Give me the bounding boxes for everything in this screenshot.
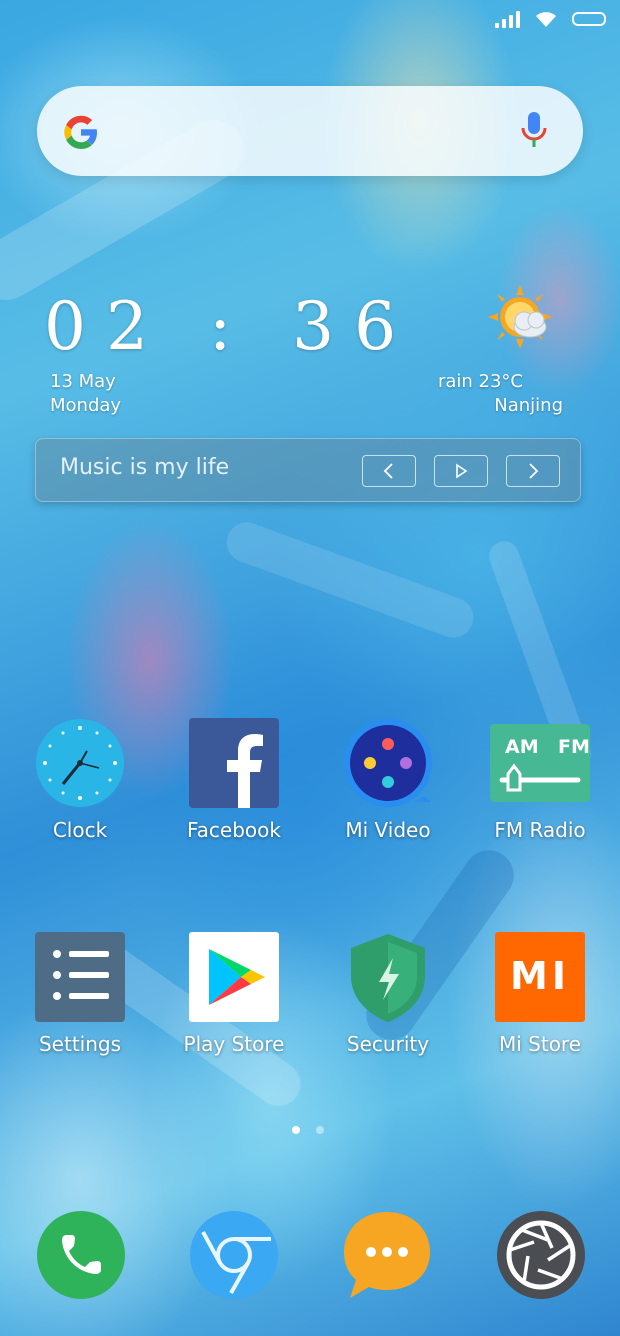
play-icon xyxy=(456,463,468,479)
app-label-security: Security xyxy=(346,1032,430,1056)
camera-icon[interactable] xyxy=(496,1210,586,1300)
status-bar xyxy=(495,10,606,28)
page-dot-active xyxy=(292,1126,300,1134)
weekday-text: Monday xyxy=(50,395,122,416)
app-fm-radio[interactable]: AM FM FM Radio xyxy=(470,718,610,842)
weather-sun-cloud-icon[interactable] xyxy=(486,283,558,355)
clock-icon xyxy=(36,719,124,807)
wifi-icon xyxy=(536,12,556,27)
clock-date: 13 May Monday xyxy=(50,370,121,418)
google-logo-icon xyxy=(64,115,97,149)
music-title: Music is my life xyxy=(60,455,230,480)
messaging-icon[interactable] xyxy=(342,1210,432,1300)
play-button[interactable] xyxy=(434,455,488,487)
weather-info: rain 23°C Nanjing xyxy=(438,370,563,418)
browser-icon[interactable] xyxy=(189,1210,279,1300)
mi-video-icon xyxy=(344,719,432,807)
app-label-settings: Settings xyxy=(38,1032,122,1056)
app-mi-store[interactable]: MI Mi Store xyxy=(470,932,610,1056)
clock-time[interactable]: 02 : 36 xyxy=(44,288,416,365)
app-mi-video[interactable]: Mi Video xyxy=(318,718,458,842)
chevron-left-icon xyxy=(383,463,393,479)
app-security[interactable]: Security xyxy=(318,932,458,1056)
next-button[interactable] xyxy=(506,455,560,487)
weather-city: Nanjing xyxy=(494,395,563,416)
app-label-facebook: Facebook xyxy=(187,818,281,842)
chevron-right-icon xyxy=(529,463,539,479)
weather-condition: rain 23°C xyxy=(437,371,523,392)
battery-icon xyxy=(572,12,606,26)
settings-icon xyxy=(35,932,125,1022)
app-label-clock: Clock xyxy=(52,818,108,842)
app-label-fm-radio: FM Radio xyxy=(494,818,586,842)
app-facebook[interactable]: Facebook xyxy=(164,718,304,842)
previous-button[interactable] xyxy=(362,455,416,487)
mi-logo: MI xyxy=(510,954,570,998)
app-clock[interactable]: Clock xyxy=(10,718,150,842)
fm-label: FM xyxy=(558,736,590,758)
app-settings[interactable]: Settings xyxy=(10,932,150,1056)
signal-icon xyxy=(495,10,520,28)
page-dot xyxy=(316,1126,324,1134)
music-widget[interactable]: Music is my life xyxy=(35,438,581,502)
app-play-store[interactable]: Play Store xyxy=(164,932,304,1056)
am-label: AM xyxy=(505,736,539,758)
home-screen: 02 : 36 13 May Monday rain 23°C Nanjing … xyxy=(0,0,620,1336)
google-search-bar[interactable] xyxy=(37,86,583,176)
play-store-icon xyxy=(189,932,279,1022)
mic-icon[interactable] xyxy=(519,110,549,152)
phone-icon[interactable] xyxy=(36,1210,126,1300)
facebook-icon xyxy=(189,718,279,808)
fm-radio-icon xyxy=(490,724,590,802)
security-icon xyxy=(351,934,425,1022)
date-text: 13 May xyxy=(50,371,116,392)
app-label-mi-store: Mi Store xyxy=(498,1032,582,1056)
page-indicator[interactable] xyxy=(292,1126,324,1134)
app-label-play-store: Play Store xyxy=(183,1032,285,1056)
app-label-mi-video: Mi Video xyxy=(345,818,431,842)
